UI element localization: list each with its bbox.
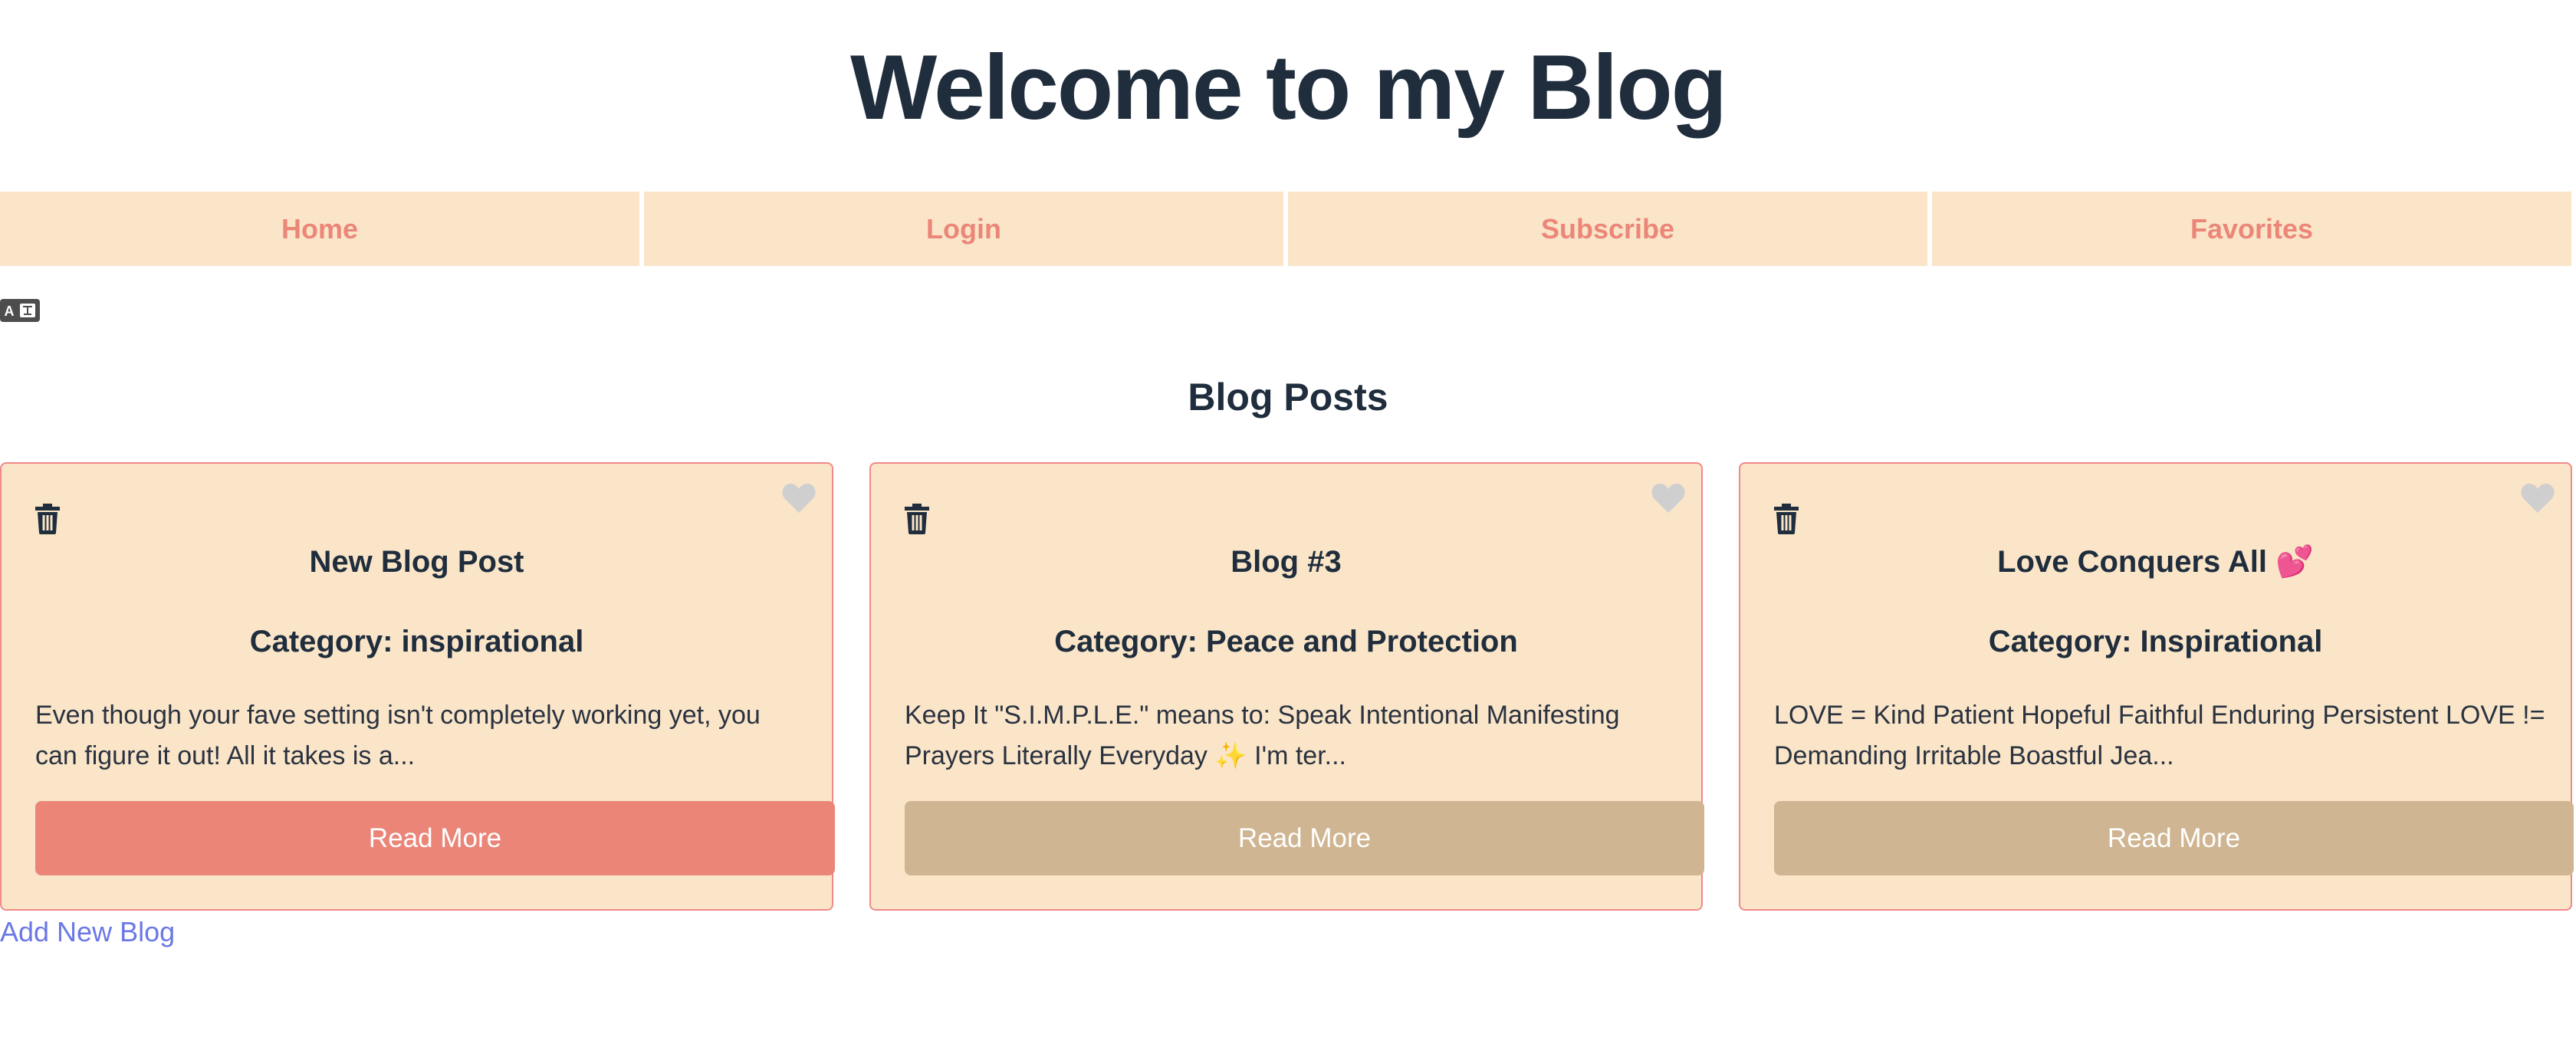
post-title: Love Conquers All 💕	[1997, 545, 2314, 579]
read-more-button[interactable]: Read More	[35, 801, 835, 875]
post-excerpt: Keep It "S.I.M.P.L.E." means to: Speak I…	[905, 701, 1620, 770]
nav-item-favorites[interactable]: Favorites	[1932, 192, 2571, 266]
nav-item-home[interactable]: Home	[0, 192, 639, 266]
add-new-blog-link[interactable]: Add New Blog	[0, 915, 175, 949]
section-title: Blog Posts	[1188, 376, 1388, 419]
blog-card: New Blog Post Category: inspirational Ev…	[0, 462, 835, 911]
trash-icon[interactable]	[35, 504, 60, 534]
read-more-button[interactable]: Read More	[905, 801, 1704, 875]
translate-icon[interactable]: A	[0, 299, 40, 322]
heart-icon[interactable]	[781, 482, 816, 514]
blog-card: Blog #3 Category: Peace and Protection K…	[869, 462, 1704, 911]
main-nav: Home Login Subscribe Favorites	[0, 192, 2576, 266]
heart-icon[interactable]	[2520, 482, 2555, 514]
post-category: Category: inspirational	[249, 625, 584, 658]
post-title: Blog #3	[1230, 545, 1342, 579]
trash-icon[interactable]	[1774, 504, 1799, 534]
blog-card: Love Conquers All 💕 Category: Inspiratio…	[1739, 462, 2574, 911]
post-category: Category: Peace and Protection	[1054, 625, 1518, 658]
read-more-button[interactable]: Read More	[1774, 801, 2574, 875]
nav-item-login[interactable]: Login	[644, 192, 1283, 266]
heart-icon[interactable]	[1651, 482, 1686, 514]
post-excerpt: LOVE = Kind Patient Hopeful Faithful End…	[1774, 701, 2545, 770]
post-excerpt: Even though your fave setting isn't comp…	[35, 701, 761, 770]
trash-icon[interactable]	[905, 504, 929, 534]
page-title: Welcome to my Blog	[850, 36, 1727, 139]
svg-text:A: A	[5, 304, 15, 319]
post-category: Category: Inspirational	[1988, 625, 2323, 658]
post-title: New Blog Post	[309, 545, 524, 579]
nav-item-subscribe[interactable]: Subscribe	[1288, 192, 1927, 266]
